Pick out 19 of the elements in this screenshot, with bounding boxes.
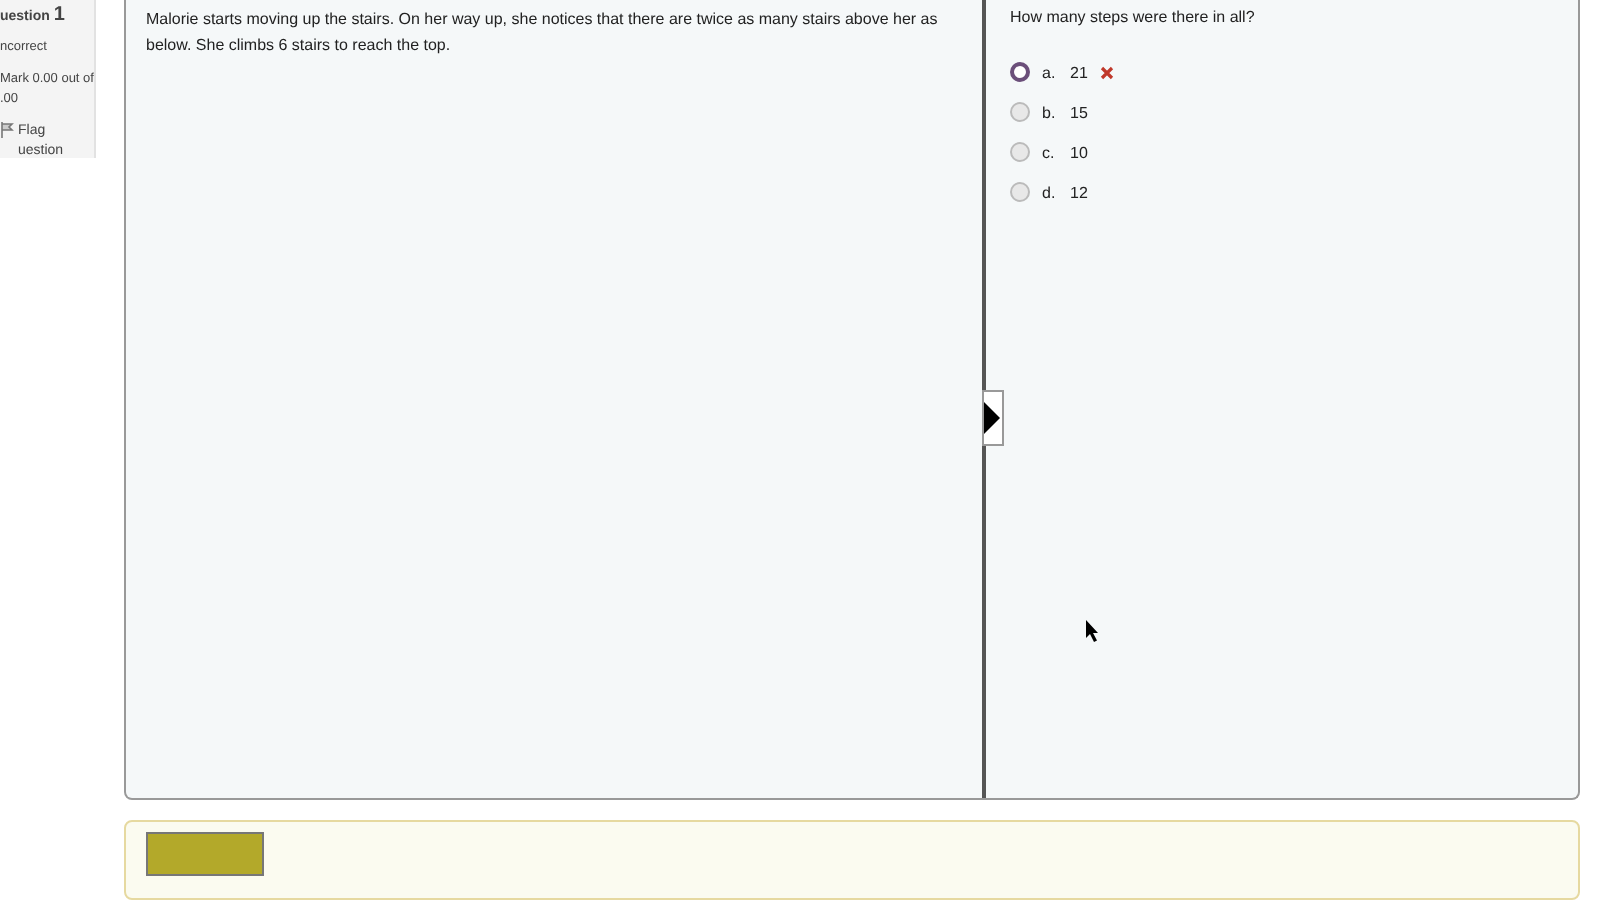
option-letter: a. bbox=[1042, 63, 1058, 81]
radio-button[interactable] bbox=[1010, 102, 1030, 122]
option-letter: d. bbox=[1042, 183, 1058, 201]
flag-icon[interactable] bbox=[0, 122, 14, 138]
collapse-toggle-icon[interactable] bbox=[982, 390, 1004, 446]
option-answer: 10 bbox=[1070, 143, 1088, 161]
question-prompt: How many steps were there in all? bbox=[1010, 8, 1255, 26]
question-number: 1 bbox=[53, 4, 65, 26]
radio-button[interactable] bbox=[1010, 62, 1030, 82]
question-text: Malorie starts moving up the stairs. On her way up, she notices that there are twice as many stairs above her as below. She climbs 6 stairs to reach the top. bbox=[146, 8, 940, 58]
radio-button[interactable] bbox=[1010, 182, 1030, 202]
option-letter: b. bbox=[1042, 103, 1058, 121]
radio-button[interactable] bbox=[1010, 142, 1030, 162]
option-answer: 12 bbox=[1070, 183, 1088, 201]
option-answer: 15 bbox=[1070, 103, 1088, 121]
option-answer: 21 bbox=[1070, 63, 1088, 81]
option-letter: c. bbox=[1042, 143, 1057, 161]
submit-button[interactable] bbox=[146, 831, 264, 876]
cursor-icon bbox=[1086, 620, 1102, 642]
